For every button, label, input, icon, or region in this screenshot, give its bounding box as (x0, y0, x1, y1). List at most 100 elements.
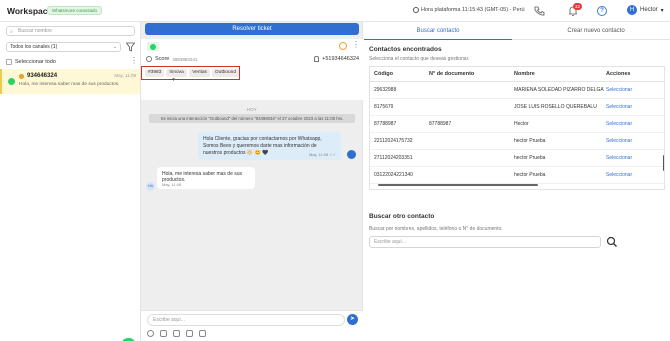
filter-icon[interactable] (126, 42, 135, 52)
more-options-icon[interactable]: ⋮ (352, 41, 360, 49)
search-placeholder: Buscar nombre (18, 28, 52, 34)
attachment-icon[interactable] (160, 330, 167, 337)
user-avatar: H (627, 5, 637, 15)
column-header-document: N° de documento (429, 71, 475, 77)
cell-code: 29632988 (374, 87, 397, 93)
tag-area[interactable]: Ventas (189, 69, 210, 77)
more-options-icon[interactable]: ⋮ (130, 57, 138, 65)
contact-phone: +51934646324 (314, 56, 359, 62)
table-horizontal-scrollbar[interactable] (374, 183, 660, 187)
cell-name: Hector (514, 121, 529, 127)
contact-tabs: Buscar contacto Crear nuevo contacto (364, 22, 670, 40)
cell-name: hector Prueba (514, 155, 546, 161)
search-name-input[interactable]: ⌕ Buscar nombre (6, 26, 135, 36)
emoji-icon[interactable] (147, 330, 154, 337)
tag-direction[interactable]: Outbound (211, 69, 239, 77)
table-row: 8175679 JOSE LUIS ROSELLO QUEREBALU Sele… (370, 99, 664, 116)
contact-info: Score 3983983241 (146, 56, 197, 62)
conversation-item[interactable]: 934646324 May, 11:08 Hola, me interesa s… (0, 69, 140, 94)
whatsapp-icon (8, 78, 15, 85)
bot-icon (347, 150, 356, 159)
tab-search-contact[interactable]: Buscar contacto (364, 22, 512, 40)
select-all-label: Seleccionar todo (15, 59, 56, 65)
cell-code: 03122024221340 (374, 172, 413, 178)
image-icon[interactable] (173, 330, 180, 337)
search-other-subtitle: Buscar por nombres, apellidos, teléfono … (369, 226, 503, 232)
select-contact-link[interactable]: Seleccionar (606, 82, 632, 99)
found-contacts-title: Contactos encontrados (369, 46, 442, 53)
cell-name: JOSE LUIS ROSELLO QUEREBALU (514, 104, 597, 110)
select-contact-link[interactable]: Seleccionar (606, 150, 632, 167)
incoming-message: Hola, me interesa saber mas de sus produ… (157, 167, 255, 189)
select-contact-link[interactable]: Seleccionar (606, 99, 632, 116)
table-row: 87788987 87788987 Hector Seleccionar (370, 116, 664, 133)
incoming-message-time: May, 11:08 (162, 182, 182, 187)
phone-settings-icon[interactable] (533, 5, 545, 17)
day-separator: HOY (247, 107, 257, 112)
app-title: Workspace (7, 6, 53, 16)
channel-filter-value: Todos los canales (1) (10, 44, 58, 50)
contact-search-panel: Buscar contacto Crear nuevo contacto Con… (364, 22, 670, 341)
message-input[interactable]: Escribe aquí... (147, 314, 345, 326)
table-row: 29632988 MARIENA SOLEDAD PIZARRO DELGADO… (370, 82, 664, 99)
select-contact-link[interactable]: Seleccionar (606, 133, 632, 150)
outgoing-message: Hola Cliente, gracias por contactarnos p… (198, 132, 341, 160)
tag-ticket-id[interactable]: #3983 (145, 69, 165, 77)
chevron-down-icon: ⌄ (112, 44, 117, 50)
vertical-scroll-thumb[interactable] (663, 155, 664, 171)
select-all[interactable]: Seleccionar todo (6, 59, 56, 65)
contact-phone-number: +51934646324 (322, 56, 359, 62)
emoji-icon[interactable] (339, 42, 347, 50)
tag-campaign[interactable]: Innova - T (166, 69, 188, 83)
person-icon (314, 56, 320, 62)
clock-icon (146, 56, 152, 62)
platform-time: Hora plataforma 11:15:43 (GMT-05) - Perú (413, 7, 525, 13)
cell-document: 87788987 (429, 121, 452, 127)
search-icon: ⌕ (10, 29, 13, 35)
cell-name: hector Prueba (514, 172, 546, 178)
cell-name: hector Prueba (514, 138, 546, 144)
column-header-name: Nombre (514, 71, 535, 77)
composer-toolbar (147, 330, 206, 337)
globe-icon (413, 7, 419, 13)
conversation-phone: 934646324 (27, 73, 58, 79)
table-row: 27112024203351 hector Prueba Seleccionar (370, 150, 664, 167)
outgoing-message-text: Hola Cliente, gracias por contactarnos p… (203, 136, 322, 156)
template-icon[interactable] (186, 330, 193, 337)
user-menu[interactable]: H Hector ▾ (627, 5, 664, 15)
table-vertical-scrollbar[interactable] (662, 79, 664, 183)
notification-count-badge: 32 (573, 3, 582, 10)
chevron-down-icon: ▾ (660, 7, 664, 14)
cell-name: MARIENA SOLEDAD PIZARRO DELGADO (514, 87, 604, 93)
search-icon[interactable] (606, 236, 618, 248)
column-header-code: Código (374, 71, 393, 77)
table-row: 22112024175732 hector Prueba Seleccionar (370, 133, 664, 150)
cell-code: 27112024203351 (374, 155, 413, 161)
select-contact-link[interactable]: Seleccionar (606, 116, 632, 133)
send-button[interactable]: ➤ (347, 314, 358, 325)
tab-create-contact[interactable]: Crear nuevo contacto (522, 22, 670, 40)
column-header-actions: Acciones (606, 71, 631, 77)
whatsapp-icon (150, 44, 156, 50)
cell-code: 8175679 (374, 104, 394, 110)
select-contact-link[interactable]: Seleccionar (606, 167, 632, 184)
horizontal-scroll-thumb[interactable] (378, 184, 538, 186)
search-other-input[interactable]: Escribe aquí... (369, 236, 601, 248)
contact-avatar: HA (146, 182, 155, 191)
table-row: 03122024221340 hector Prueba Seleccionar (370, 167, 664, 184)
cell-code: 87788987 (374, 121, 397, 127)
resolve-ticket-button[interactable]: Resolver ticket (145, 23, 359, 35)
channel-filter-select[interactable]: Todos los canales (1) ⌄ (6, 42, 121, 52)
contact-name: Score (155, 56, 170, 62)
user-name: Hector (640, 7, 658, 13)
platform-time-text: Hora plataforma 11:15:43 (GMT-05) - Perú (421, 7, 525, 13)
conversation-date: May, 11:08 (114, 73, 136, 78)
contact-id: 3983983241 (172, 56, 198, 62)
ticket-tags: #3983 Innova - T Ventas Outbound (141, 66, 240, 83)
whatsapp-channel-chip[interactable] (147, 42, 159, 51)
select-all-checkbox[interactable] (6, 59, 12, 65)
outgoing-message-time: May, 11:08 ✓✓ (308, 152, 336, 157)
lightning-icon[interactable] (199, 330, 206, 337)
conversation-snippet: Hola, me interesa saber mas de sus produ… (19, 82, 120, 87)
help-icon[interactable]: ? (597, 6, 607, 16)
